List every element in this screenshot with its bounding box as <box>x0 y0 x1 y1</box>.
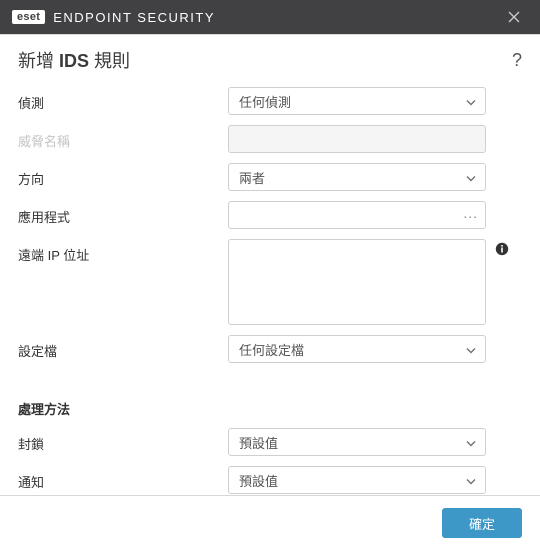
label-threat-name: 威脅名稱 <box>18 125 228 150</box>
label-notify: 通知 <box>18 466 228 491</box>
close-icon[interactable] <box>500 0 528 34</box>
brand-logo: eset <box>12 10 45 24</box>
dialog-footer: 確定 <box>0 495 540 550</box>
form: 偵測 任何偵測 威脅名稱 方向 兩者 應用程式 <box>0 83 540 532</box>
titlebar: eset ENDPOINT SECURITY <box>0 0 540 34</box>
label-profile: 設定檔 <box>18 335 228 360</box>
label-remote-ip: 遠端 IP 位址 <box>18 239 228 264</box>
profile-select[interactable]: 任何設定檔 <box>228 335 486 363</box>
direction-select[interactable]: 兩者 <box>228 163 486 191</box>
page-title: 新增 IDS 規則 <box>18 47 130 73</box>
application-input[interactable] <box>228 201 486 229</box>
detection-select[interactable]: 任何偵測 <box>228 87 486 115</box>
label-block: 封鎖 <box>18 428 228 453</box>
browse-icon[interactable]: ... <box>463 205 478 221</box>
dialog-header: 新增 IDS 規則 ? <box>0 34 540 83</box>
info-icon[interactable] <box>494 241 510 257</box>
remote-ip-input[interactable] <box>228 239 486 325</box>
brand-title: ENDPOINT SECURITY <box>53 10 215 25</box>
label-method-header: 處理方法 <box>18 393 228 418</box>
label-detection: 偵測 <box>18 87 228 112</box>
label-direction: 方向 <box>18 163 228 188</box>
threat-name-input <box>228 125 486 153</box>
help-icon[interactable]: ? <box>512 50 522 71</box>
label-application: 應用程式 <box>18 201 228 226</box>
block-select[interactable]: 預設值 <box>228 428 486 456</box>
ok-button[interactable]: 確定 <box>442 508 522 538</box>
notify-select[interactable]: 預設值 <box>228 466 486 494</box>
